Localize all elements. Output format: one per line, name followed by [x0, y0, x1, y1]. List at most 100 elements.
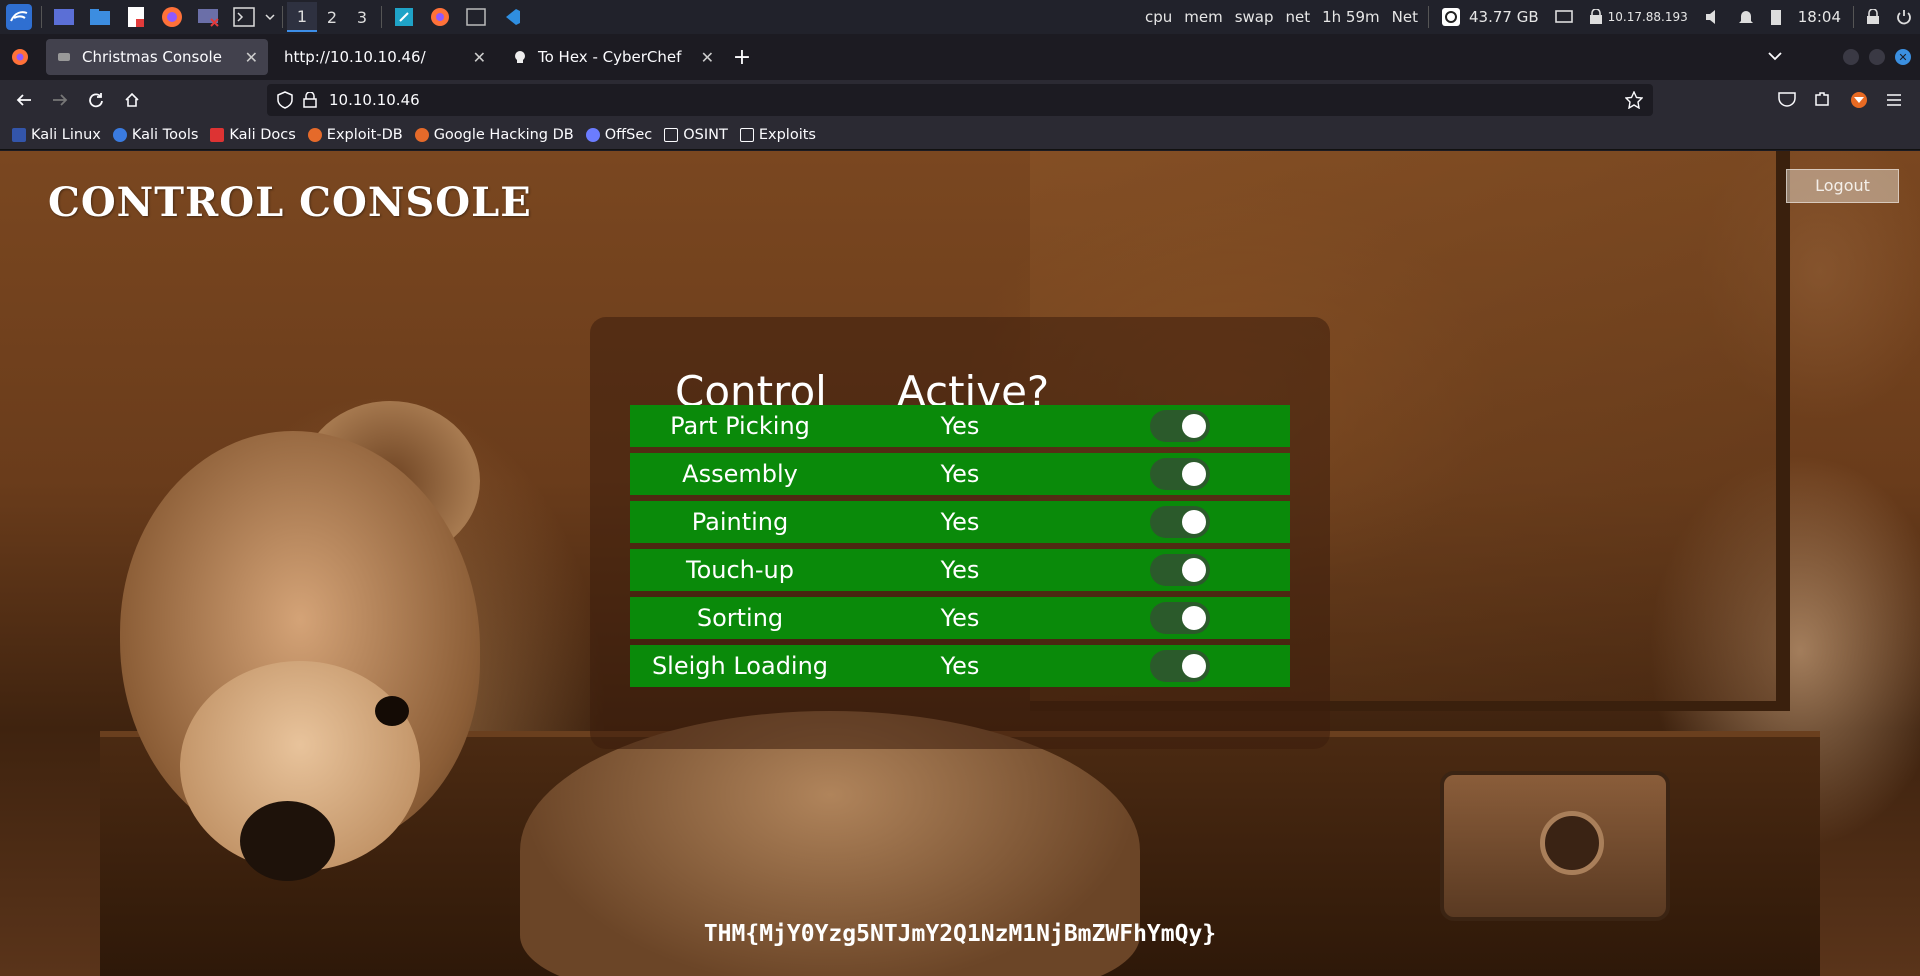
foxyproxy-icon[interactable]: [1850, 91, 1868, 113]
control-row-part-picking: Part Picking Yes: [630, 405, 1290, 447]
background-bear-eye: [375, 696, 409, 726]
back-button[interactable]: [6, 84, 42, 116]
vscode-window-icon[interactable]: [497, 2, 527, 32]
bookmark-google-hacking-db[interactable]: Google Hacking DB: [409, 122, 580, 148]
painting-toggle[interactable]: [1150, 506, 1210, 538]
toggle-knob: [1182, 606, 1206, 630]
control-row-assembly: Assembly Yes: [630, 453, 1290, 495]
power-icon[interactable]: [1888, 0, 1920, 34]
volume-icon[interactable]: [1696, 0, 1730, 34]
net-monitor[interactable]: net: [1279, 8, 1316, 26]
close-tab-icon[interactable]: ✕: [701, 48, 714, 67]
sorting-toggle[interactable]: [1150, 602, 1210, 634]
display-icon[interactable]: [1547, 0, 1581, 34]
window-controls: ✕: [1838, 49, 1916, 65]
control-row-painting: Painting Yes: [630, 501, 1290, 543]
lock-icon[interactable]: [303, 92, 317, 108]
notification-bell-icon[interactable]: [1730, 0, 1762, 34]
screen-tool-icon[interactable]: [193, 2, 223, 32]
battery-icon[interactable]: [1762, 0, 1790, 34]
hamburger-menu-icon[interactable]: [1886, 92, 1902, 111]
sleigh-loading-toggle[interactable]: [1150, 650, 1210, 682]
disk-usage-value: 43.77 GB: [1468, 8, 1539, 26]
disk-icon: [1441, 8, 1460, 26]
bookmark-kali-linux[interactable]: Kali Linux: [6, 122, 107, 148]
control-active-status: Yes: [940, 556, 980, 584]
control-row-sorting: Sorting Yes: [630, 597, 1290, 639]
page-title: CONTROL CONSOLE: [48, 179, 532, 226]
text-editor-icon[interactable]: [121, 2, 151, 32]
bookmark-osint[interactable]: OSINT: [658, 122, 734, 148]
touch-up-toggle[interactable]: [1150, 554, 1210, 586]
control-active-status: Yes: [940, 508, 980, 536]
url-text[interactable]: 10.10.10.46: [329, 91, 420, 109]
firefox-icon[interactable]: [157, 2, 187, 32]
toggle-knob: [1182, 462, 1206, 486]
bookmark-kali-tools[interactable]: Kali Tools: [107, 122, 205, 148]
swap-monitor[interactable]: swap: [1229, 8, 1280, 26]
bookmarks-bar: Kali Linux Kali Tools Kali Docs Exploit-…: [0, 120, 1920, 150]
bookmark-kali-docs[interactable]: Kali Docs: [204, 122, 301, 148]
bookmark-exploit-db[interactable]: Exploit-DB: [302, 122, 409, 148]
control-active-status: Yes: [940, 460, 980, 488]
forward-button[interactable]: [42, 84, 78, 116]
vpn-status[interactable]: 10.17.88.193: [1581, 0, 1696, 34]
toggle-knob: [1182, 414, 1206, 438]
kali-dragon-icon: [12, 127, 26, 142]
reload-button[interactable]: [78, 84, 114, 116]
url-bar[interactable]: 10.10.10.46: [267, 84, 1653, 116]
disk-usage[interactable]: 43.77 GB: [1433, 0, 1547, 34]
background-bear-nose: [240, 801, 335, 881]
tab-url[interactable]: http://10.10.10.46/ ✕: [274, 39, 496, 75]
panel-separator: [1853, 6, 1854, 28]
close-tab-icon[interactable]: ✕: [473, 48, 486, 67]
lock-screen-icon[interactable]: [1858, 0, 1888, 34]
workspace-1[interactable]: 1: [287, 2, 317, 32]
pocket-icon[interactable]: [1778, 91, 1796, 111]
close-tab-icon[interactable]: ✕: [245, 48, 258, 67]
bookmark-exploits[interactable]: Exploits: [734, 122, 822, 148]
chevron-down-icon[interactable]: [262, 2, 278, 32]
minimize-button[interactable]: [1843, 49, 1859, 65]
bookmark-star-icon[interactable]: [1625, 91, 1643, 109]
panel-separator: [381, 6, 382, 28]
control-active-status: Yes: [940, 652, 980, 680]
close-window-button[interactable]: ✕: [1895, 49, 1911, 65]
home-button[interactable]: [114, 84, 150, 116]
control-rows: Part Picking Yes Assembly Yes Painting Y…: [630, 405, 1290, 693]
show-desktop-icon[interactable]: [49, 2, 79, 32]
maximize-button[interactable]: [1869, 49, 1885, 65]
file-manager-icon[interactable]: [85, 2, 115, 32]
firefox-view-icon[interactable]: [0, 48, 40, 66]
home-icon: [125, 92, 139, 107]
background-keyhole: [1540, 811, 1604, 875]
clock[interactable]: 18:04: [1790, 0, 1849, 34]
flag-text: THM{MjY0Yzg5NTJmY2Q1NzM1NjBmZWFhYmQy}: [0, 921, 1920, 947]
offsec-icon: [585, 127, 600, 142]
tab-christmas-console[interactable]: Christmas Console ✕: [46, 39, 268, 75]
terminal-icon[interactable]: [229, 2, 259, 32]
firefox-window-icon[interactable]: [425, 2, 455, 32]
terminal-window-icon[interactable]: [461, 2, 491, 32]
toggle-knob: [1182, 510, 1206, 534]
workspace-3[interactable]: 3: [347, 2, 377, 32]
kali-menu-icon[interactable]: [4, 2, 34, 32]
control-name: Assembly: [682, 460, 798, 488]
list-all-tabs-icon[interactable]: [1768, 46, 1782, 65]
vpn-ip: 10.17.88.193: [1607, 10, 1688, 24]
reload-icon: [89, 93, 103, 108]
bookmark-offsec[interactable]: OffSec: [580, 122, 659, 148]
assembly-toggle[interactable]: [1150, 458, 1210, 490]
shield-icon[interactable]: [277, 91, 293, 109]
mem-monitor[interactable]: mem: [1178, 8, 1228, 26]
logout-button[interactable]: Logout: [1786, 169, 1899, 203]
ghdb-icon: [414, 127, 429, 142]
part-picking-toggle[interactable]: [1150, 410, 1210, 442]
extensions-icon[interactable]: [1814, 91, 1830, 111]
tab-cyberchef[interactable]: To Hex - CyberChef ✕: [502, 39, 724, 75]
control-name: Touch-up: [686, 556, 794, 584]
workspace-2[interactable]: 2: [317, 2, 347, 32]
app-window-icon[interactable]: [389, 2, 419, 32]
cpu-monitor[interactable]: cpu: [1139, 8, 1178, 26]
new-tab-icon[interactable]: +: [724, 45, 760, 70]
